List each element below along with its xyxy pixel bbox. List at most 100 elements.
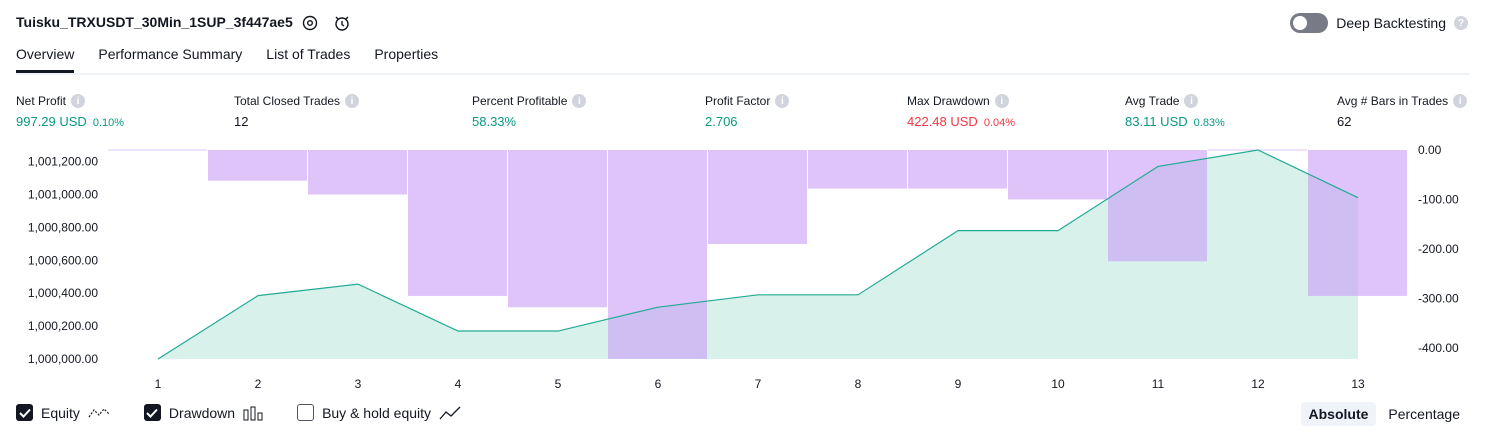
- right-axis-tick-label: -300.00: [1418, 291, 1459, 305]
- strategy-title: Tuisku_TRXUSDT_30Min_1SUP_3f447ae5: [16, 14, 293, 30]
- help-icon[interactable]: ?: [1454, 16, 1468, 30]
- x-axis-tick-label: 5: [555, 377, 562, 391]
- equity-line-icon: [88, 405, 110, 421]
- metric-total-closed-trades: Total Closed Trades i 12: [234, 94, 360, 129]
- info-icon[interactable]: i: [775, 94, 790, 108]
- metric-label: Avg # Bars in Trades i: [1337, 94, 1468, 108]
- metric-value: 12: [234, 114, 359, 129]
- legend-label: Buy & hold equity: [322, 404, 432, 421]
- info-icon[interactable]: i: [1184, 94, 1199, 108]
- left-axis-tick-label: 1,000,800.00: [28, 220, 98, 234]
- metric-value: 58.33%: [472, 114, 586, 129]
- right-axis-tick-label: -100.00: [1418, 192, 1459, 206]
- info-icon[interactable]: i: [994, 94, 1009, 108]
- right-axis-tick-label: -200.00: [1418, 242, 1459, 256]
- drawdown-bar: [808, 150, 907, 189]
- drawdown-bar: [708, 150, 807, 244]
- metric-value: 83.11 USD 0.83%: [1125, 114, 1225, 129]
- x-axis-tick-label: 6: [655, 377, 662, 391]
- tab-bar: Overview Performance Summary List of Trade…: [16, 46, 438, 73]
- tabs-divider: [16, 73, 1470, 75]
- metric-value-text: 2.706: [705, 114, 738, 129]
- mode-percentage-button[interactable]: Percentage: [1380, 402, 1468, 426]
- metric-label-text: Profit Factor: [705, 94, 771, 108]
- left-axis-tick-label: 1,001,200.00: [28, 155, 98, 169]
- drawdown-bar: [1008, 150, 1107, 200]
- checkbox[interactable]: [297, 404, 315, 421]
- info-icon[interactable]: i: [1453, 94, 1468, 108]
- metric-value: 2.706: [705, 114, 789, 129]
- value-mode-switch: Absolute Percentage: [1300, 402, 1469, 426]
- metric-value-text: 58.33%: [472, 114, 517, 129]
- tab-list-of-trades[interactable]: List of Trades: [266, 46, 350, 73]
- metric-label: Max Drawdown i: [907, 94, 1015, 108]
- drawdown-bar: [908, 150, 1007, 189]
- metric-value-text: 12: [234, 114, 249, 129]
- x-axis-tick-label: 11: [1152, 377, 1165, 391]
- x-axis-tick-label: 13: [1351, 377, 1365, 391]
- metric-value-text: 997.29 USD: [16, 114, 87, 129]
- left-axis-tick-label: 1,000,000.00: [28, 352, 98, 366]
- chart-legend: Equity Drawdown Buy & hold equity: [16, 404, 495, 421]
- metric-label: Net Profit i: [16, 94, 124, 108]
- mode-absolute-button[interactable]: Absolute: [1300, 402, 1377, 426]
- checkbox[interactable]: [16, 404, 33, 421]
- deep-backtesting-label: Deep Backtesting: [1336, 15, 1446, 31]
- tab-properties[interactable]: Properties: [374, 46, 438, 73]
- metric-avg-trade: Avg Trade i 83.11 USD 0.83%: [1125, 94, 1225, 129]
- bar-chart-icon: [243, 405, 263, 421]
- legend-label: Drawdown: [168, 404, 236, 421]
- metric-value: 997.29 USD 0.10%: [16, 114, 124, 129]
- trend-line-icon: [439, 405, 461, 421]
- metric-avg-bars-in-trades: Avg # Bars in Trades i 62: [1337, 94, 1468, 129]
- metric-label: Total Closed Trades i: [234, 94, 360, 108]
- metric-label: Avg Trade i: [1125, 94, 1225, 108]
- metric-label-text: Total Closed Trades: [234, 94, 341, 108]
- metric-value-text: 83.11 USD: [1125, 114, 1188, 129]
- drawdown-bar: [208, 150, 307, 181]
- info-icon[interactable]: i: [345, 94, 360, 108]
- x-axis-tick-label: 7: [755, 377, 762, 391]
- metric-percent-profitable: Percent Profitable i 58.33%: [472, 94, 587, 129]
- drawdown-bar: [1308, 150, 1407, 296]
- tab-performance-summary[interactable]: Performance Summary: [98, 46, 242, 73]
- left-axis-tick-label: 1,000,200.00: [28, 319, 98, 333]
- metric-label: Profit Factor i: [705, 94, 790, 108]
- x-axis-tick-label: 12: [1251, 377, 1265, 391]
- checkbox[interactable]: [143, 404, 161, 421]
- equity-drawdown-chart: 1,001,200.00 1,001,000.00 1,000,800.00 1,00…: [28, 143, 1459, 391]
- metric-value: 422.48 USD 0.04%: [907, 114, 1015, 129]
- metric-value: 62: [1337, 114, 1467, 129]
- legend-buy-hold-equity[interactable]: Buy & hold equity: [297, 404, 461, 421]
- metric-value-text: 422.48 USD: [907, 114, 978, 129]
- x-axis-tick-label: 1: [155, 377, 162, 391]
- deep-backtesting-control: Deep Backtesting ?: [1290, 13, 1468, 33]
- info-icon[interactable]: i: [71, 94, 86, 108]
- metric-label-text: Avg # Bars in Trades: [1337, 94, 1449, 108]
- legend-label: Equity: [41, 404, 80, 421]
- x-axis-tick-label: 10: [1051, 377, 1065, 391]
- metric-value-text: 62: [1337, 114, 1352, 129]
- metric-label-text: Max Drawdown: [907, 94, 990, 108]
- settings-icon[interactable]: [301, 14, 319, 32]
- metric-label-text: Net Profit: [16, 94, 67, 108]
- drawdown-bar: [608, 150, 707, 359]
- drawdown-bar: [408, 150, 507, 296]
- left-axis-tick-label: 1,000,600.00: [28, 253, 98, 267]
- drawdown-bar: [508, 150, 607, 308]
- metric-max-drawdown: Max Drawdown i 422.48 USD 0.04%: [907, 94, 1015, 129]
- left-axis-tick-label: 1,001,000.00: [28, 187, 98, 201]
- tab-overview[interactable]: Overview: [16, 46, 75, 73]
- legend-equity[interactable]: Equity: [16, 404, 110, 421]
- metric-percent: 0.10%: [92, 117, 125, 129]
- metric-label-text: Avg Trade: [1125, 94, 1180, 108]
- deep-backtesting-toggle[interactable]: [1290, 13, 1329, 33]
- x-axis-tick-label: 9: [955, 377, 962, 391]
- x-axis-tick-label: 2: [255, 377, 262, 391]
- right-axis-tick-label: 0.00: [1418, 143, 1442, 157]
- right-axis-tick-label: -400.00: [1418, 341, 1459, 355]
- legend-drawdown[interactable]: Drawdown: [143, 404, 263, 421]
- metric-label-text: Percent Profitable: [472, 94, 568, 108]
- alarm-clock-icon[interactable]: [333, 14, 351, 32]
- info-icon[interactable]: i: [572, 94, 587, 108]
